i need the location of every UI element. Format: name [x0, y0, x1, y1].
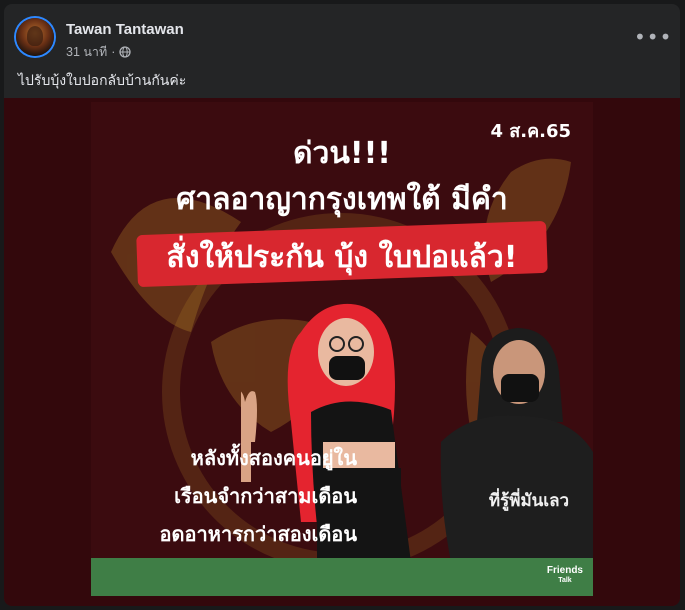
logo-top-text: Friends — [546, 565, 583, 576]
headline-bail: สั่งให้ประกัน บุ้ง ใบปอแล้ว! — [166, 240, 518, 275]
subtext-line-3: อดอาหารกว่าสองเดือน — [159, 522, 357, 546]
post-header: Tawan Tantawan 31 นาที · ••• — [16, 14, 671, 59]
facebook-post: Tawan Tantawan 31 นาที · ••• ไปรับบุ้งใบ… — [4, 4, 680, 606]
meta-separator: · — [111, 45, 116, 59]
post-caption: ไปรับบุ้งใบปอกลับบ้านกันค่ะ — [18, 73, 187, 89]
subtext-line-2: เรือนจำกว่าสามเดือน — [174, 484, 357, 508]
author-name[interactable]: Tawan Tantawan — [66, 21, 184, 38]
news-graphic: 4 ส.ค.65 ด่วน!!! ศาลอาญากรุงเทพใต้ มีคำ … — [91, 102, 593, 596]
globe-icon[interactable] — [119, 46, 132, 58]
headline-court: ศาลอาญากรุงเทพใต้ มีคำ — [176, 182, 508, 217]
friends-talk-logo: Friends Talk — [547, 566, 583, 586]
headline-urgent: ด่วน!!! — [293, 136, 391, 171]
post-time[interactable]: 31 นาที — [66, 42, 107, 62]
footer-bar: Friends Talk — [91, 558, 593, 596]
more-horizontal-icon[interactable]: ••• — [634, 22, 671, 56]
subtext-line-1: หลังทั้งสองคนอยู่ใน — [190, 446, 357, 470]
logo-bottom-text: Talk — [558, 577, 572, 584]
shirt-text: ที่รู้พี่มันเลว — [489, 488, 569, 512]
post-meta: 31 นาที · — [66, 42, 132, 62]
avatar[interactable] — [16, 18, 54, 56]
post-photo[interactable]: 4 ส.ค.65 ด่วน!!! ศาลอาญากรุงเทพใต้ มีคำ … — [4, 98, 680, 606]
